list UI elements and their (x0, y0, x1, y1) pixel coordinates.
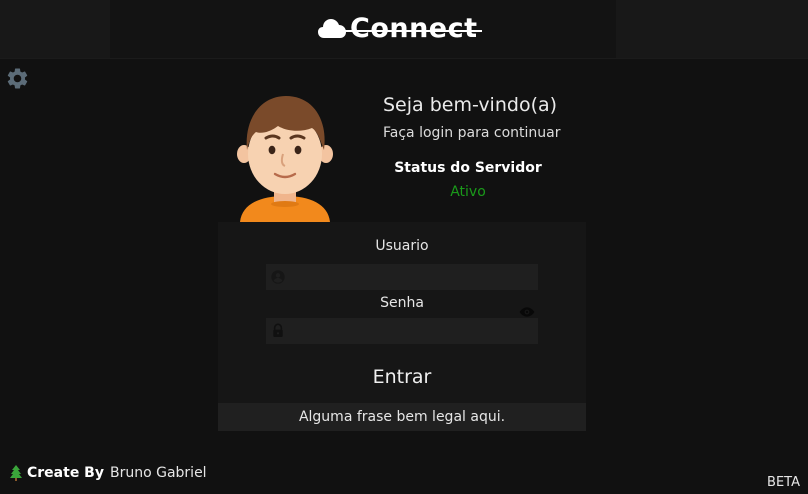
top-bar-left-segment (0, 0, 110, 58)
logo-text: Connect (342, 12, 482, 44)
login-button[interactable]: Entrar (342, 362, 462, 392)
credit-name: Bruno Gabriel (109, 465, 207, 481)
logo-text-label: Connect (350, 12, 478, 44)
lock-icon (273, 323, 283, 337)
tree-icon (10, 465, 22, 481)
username-field-container (266, 264, 538, 290)
password-input[interactable] (290, 318, 534, 344)
login-panel: Usuario Senha Entrar Alguma frase bem le… (218, 222, 586, 431)
logo-strike-line (342, 29, 482, 32)
server-status-value: Ativo (450, 184, 486, 200)
welcome-subtitle: Faça login para continuar (383, 125, 561, 141)
user-icon (271, 270, 285, 284)
version-badge: BETA (767, 475, 800, 490)
password-field-container (266, 318, 538, 344)
cloud-icon (318, 19, 346, 38)
quote-banner: Alguma frase bem legal aqui. (218, 403, 586, 431)
username-input[interactable] (290, 264, 534, 290)
gear-icon[interactable] (5, 66, 30, 91)
credit-prefix: Create By (27, 465, 104, 481)
username-label: Usuario (375, 238, 429, 254)
welcome-title: Seja bem-vindo(a) (383, 94, 558, 116)
top-bar: Connect (0, 0, 808, 59)
top-bar-right-segment (616, 0, 808, 58)
footer-credit: Create By Bruno Gabriel (9, 465, 207, 481)
avatar (237, 96, 333, 222)
server-status-title: Status do Servidor (394, 160, 542, 176)
app-logo: Connect (318, 10, 482, 46)
